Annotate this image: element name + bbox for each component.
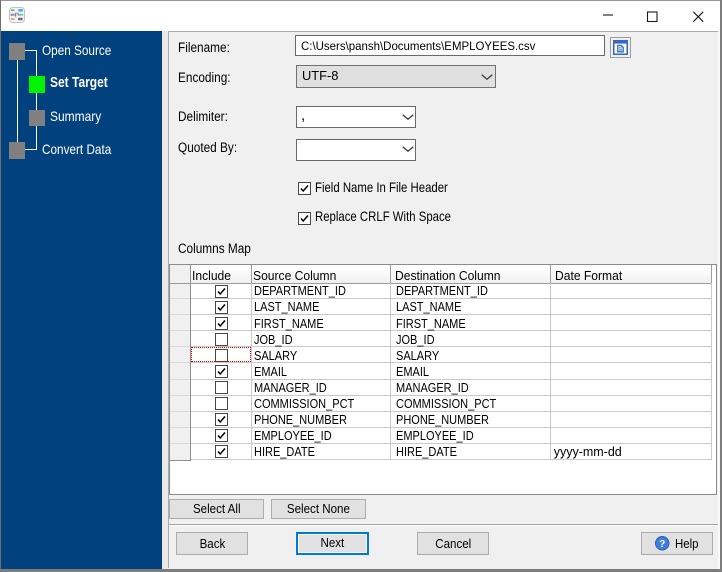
svg-text:?: ? (659, 539, 665, 550)
